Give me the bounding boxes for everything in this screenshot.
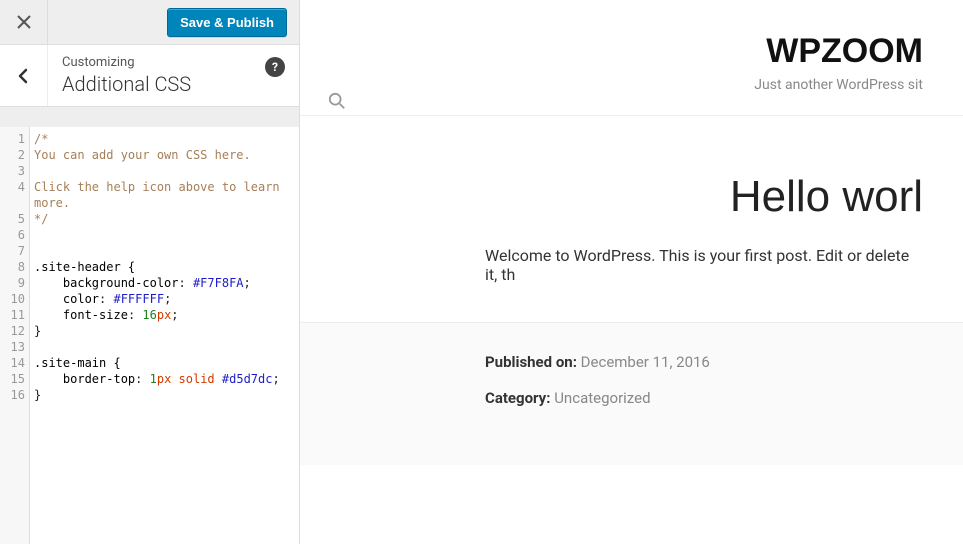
- site-preview: WPZOOM Just another WordPress sit Hello …: [300, 0, 963, 544]
- post-body: Welcome to WordPress. This is your first…: [485, 246, 923, 284]
- post-meta: Published on: December 11, 2016 Category…: [300, 322, 963, 465]
- published-label: Published on:: [485, 353, 577, 371]
- close-icon: [17, 15, 31, 29]
- preview-main: Hello worl Welcome to WordPress. This is…: [300, 115, 963, 322]
- category-row: Category: Uncategorized: [485, 389, 923, 407]
- back-button[interactable]: [0, 45, 48, 106]
- section-title: Additional CSS: [62, 72, 285, 96]
- chevron-left-icon: [16, 68, 32, 84]
- published-row: Published on: December 11, 2016: [485, 353, 923, 371]
- site-title[interactable]: WPZOOM: [340, 32, 923, 71]
- line-numbers: 1234 5678910111213141516: [0, 127, 30, 544]
- save-publish-button[interactable]: Save & Publish: [167, 8, 287, 37]
- sidebar-top-bar: Save & Publish: [0, 0, 299, 45]
- help-icon[interactable]: ?: [265, 57, 285, 77]
- section-header: Customizing Additional CSS ?: [0, 45, 299, 107]
- category-label: Category:: [485, 389, 550, 407]
- search-button[interactable]: [328, 92, 346, 114]
- code-content[interactable]: /* You can add your own CSS here. Click …: [30, 127, 299, 544]
- close-customizer-button[interactable]: [0, 0, 48, 44]
- section-title-wrap: Customizing Additional CSS ?: [48, 45, 299, 106]
- search-icon: [328, 92, 346, 110]
- section-breadcrumb: Customizing: [62, 55, 285, 70]
- save-area: Save & Publish: [48, 0, 299, 44]
- css-editor[interactable]: 1234 5678910111213141516 /* You can add …: [0, 127, 299, 544]
- post-title[interactable]: Hello worl: [485, 172, 923, 222]
- preview-header: WPZOOM Just another WordPress sit: [300, 0, 963, 115]
- customizer-sidebar: Save & Publish Customizing Additional CS…: [0, 0, 300, 544]
- site-tagline: Just another WordPress sit: [340, 77, 923, 93]
